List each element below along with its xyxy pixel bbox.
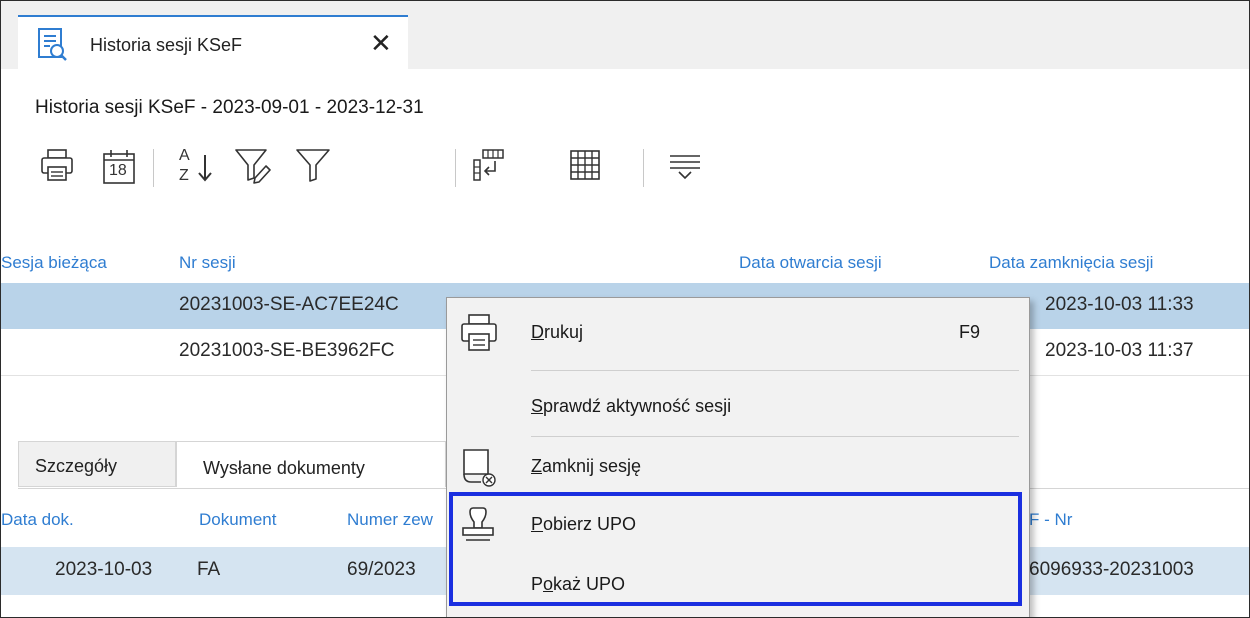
print-button[interactable] bbox=[35, 143, 79, 191]
menu-item-print[interactable]: Drukuj F9 bbox=[447, 304, 1029, 362]
column-header-current[interactable]: Sesja bieżąca bbox=[1, 253, 107, 273]
calendar-day: 18 bbox=[109, 162, 127, 179]
page-title: Historia sesji KSeF - 2023-09-01 - 2023-… bbox=[35, 97, 424, 118]
doc-number: 69/2023 bbox=[347, 559, 416, 580]
menu-item-download-upo[interactable]: Pobierz UPO bbox=[447, 496, 1029, 554]
calendar-icon: 18 bbox=[101, 148, 137, 186]
toolbar-separator bbox=[153, 149, 154, 187]
menu-separator bbox=[531, 436, 1019, 437]
doc-date: 2023-10-03 bbox=[55, 559, 153, 580]
column-header-nr[interactable]: Nr sesji bbox=[179, 253, 236, 273]
printer-icon bbox=[459, 312, 499, 354]
column-header-closed[interactable]: Data zamknięcia sesji bbox=[989, 253, 1153, 273]
session-number: 20231003-SE-AC7EE24C bbox=[179, 294, 399, 315]
menu-item-show-upo[interactable]: Pokaż UPO bbox=[447, 556, 1029, 614]
printer-icon bbox=[39, 147, 75, 188]
column-header-opened[interactable]: Data otwarcia sesji bbox=[739, 253, 882, 273]
toolbar-separator bbox=[643, 149, 644, 187]
toolbar: 18 A Z bbox=[35, 143, 735, 193]
ksef-number: 6096933-20231003 bbox=[1029, 559, 1194, 580]
column-header-document[interactable]: Dokument bbox=[199, 510, 276, 530]
toolbar-separator bbox=[455, 149, 456, 187]
column-header-date[interactable]: Data dok. bbox=[1, 510, 74, 530]
tab-strip: Historia sesji KSeF ✕ bbox=[1, 1, 1249, 71]
edit-filter-button[interactable] bbox=[231, 143, 275, 191]
stamp-icon bbox=[459, 504, 499, 546]
grid-view-button[interactable] bbox=[563, 143, 607, 191]
sort-button[interactable]: A Z bbox=[173, 143, 217, 191]
table-grid-icon bbox=[567, 147, 603, 188]
tab-historia-sesji[interactable]: Historia sesji KSeF ✕ bbox=[18, 15, 408, 71]
filter-edit-icon bbox=[233, 146, 273, 189]
doc-type: FA bbox=[197, 559, 221, 580]
tab-sent-documents[interactable]: Wysłane dokumenty bbox=[176, 441, 446, 487]
session-closed-date: 2023-10-03 11:37 bbox=[1045, 340, 1194, 361]
context-menu: Drukuj F9 Sprawdź aktywność sesji Zamkni… bbox=[446, 297, 1030, 617]
menu-item-check-session[interactable]: Sprawdź aktywność sesji bbox=[447, 378, 1029, 436]
close-session-icon bbox=[459, 446, 499, 488]
sessions-grid-header: Sesja bieżąca Nr sesji Data otwarcia ses… bbox=[1, 247, 1249, 281]
tab-title: Historia sesji KSeF bbox=[90, 35, 243, 55]
menu-separator bbox=[531, 370, 1019, 371]
filter-button[interactable] bbox=[291, 143, 335, 191]
column-header-ksef[interactable]: F - Nr bbox=[1029, 510, 1072, 530]
session-closed-date: 2023-10-03 11:33 bbox=[1045, 294, 1194, 315]
column-arrange-icon bbox=[471, 147, 507, 188]
menu-item-close-session[interactable]: Zamknij sesję bbox=[447, 438, 1029, 496]
column-chooser-button[interactable] bbox=[467, 143, 511, 191]
session-number: 20231003-SE-BE3962FC bbox=[179, 340, 395, 361]
close-icon[interactable]: ✕ bbox=[370, 29, 392, 57]
app-window: Historia sesji KSeF ✕ Historia sesji KSe… bbox=[0, 0, 1250, 618]
sort-az-icon: A Z bbox=[175, 147, 215, 187]
shortcut-f9: F9 bbox=[959, 322, 981, 342]
more-options-button[interactable] bbox=[663, 143, 707, 191]
filter-icon bbox=[294, 146, 332, 189]
calendar-button[interactable]: 18 bbox=[97, 143, 141, 191]
tab-details[interactable]: Szczegóły bbox=[18, 441, 176, 487]
column-header-number[interactable]: Numer zew bbox=[347, 510, 433, 530]
overflow-menu-icon bbox=[667, 147, 703, 188]
document-search-icon bbox=[36, 27, 68, 63]
